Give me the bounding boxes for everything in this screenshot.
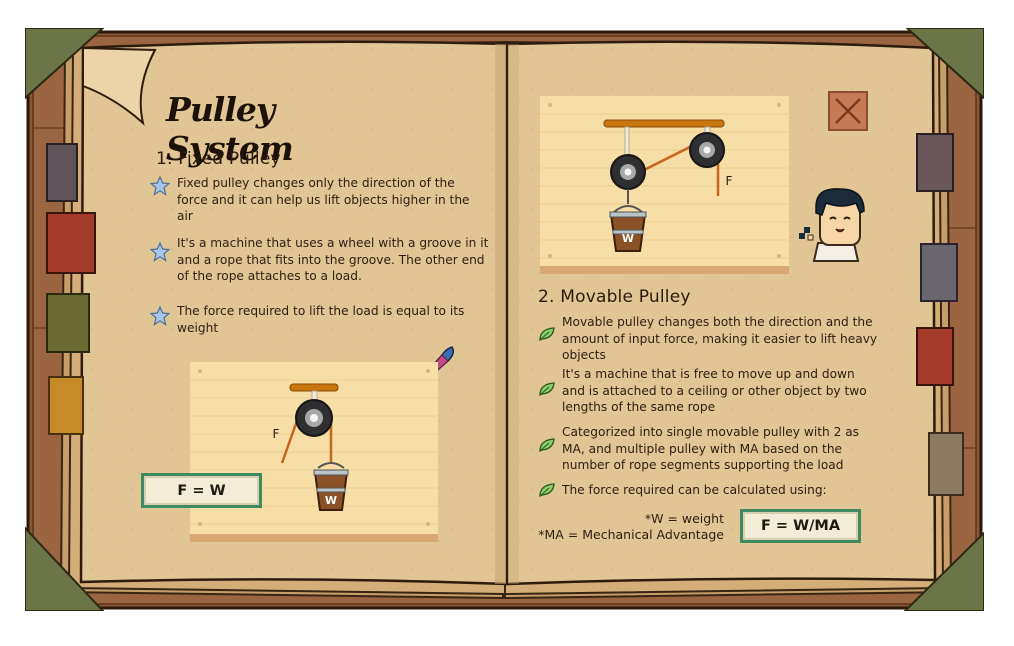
star-icon — [150, 176, 170, 196]
bookmark-tab-8[interactable] — [928, 432, 964, 496]
fixed-pulley-bullet-1: Fixed pulley changes only the direction … — [177, 176, 470, 223]
movable-pulley-bullet-2: It's a machine that is free to move up a… — [562, 367, 867, 414]
fixed-pulley-heading: 1. Fixed Pulley — [156, 149, 281, 169]
movable-pulley-heading: 2. Movable Pulley — [538, 287, 691, 307]
movable-pulley-bullet-3: Categorized into single movable pulley w… — [562, 425, 860, 472]
fixed-pulley-force-label: F — [273, 427, 280, 441]
leaf-icon — [539, 382, 555, 397]
bookmark-tab-1[interactable] — [46, 143, 78, 202]
movable-pulley-bullet-1: Movable pulley changes both the directio… — [562, 315, 878, 362]
movable-pulley-bullet-4: The force required can be calculated usi… — [562, 483, 827, 497]
fixed-pulley-bullet-3: The force required to lift the load is e… — [177, 304, 465, 335]
fixed-pulley-formula: F = W — [141, 473, 262, 508]
leaf-icon — [539, 438, 555, 453]
close-icon — [835, 98, 861, 124]
character-avatar[interactable] — [796, 183, 876, 263]
close-button[interactable] — [828, 91, 868, 131]
bookmark-tab-5[interactable] — [916, 133, 954, 192]
star-icon — [150, 306, 170, 326]
bookmark-tab-7[interactable] — [916, 327, 954, 386]
bookmark-tab-6[interactable] — [920, 243, 958, 302]
fixed-pulley-bullet-2: It's a machine that uses a wheel with a … — [177, 236, 489, 283]
movable-pulley-force-label: F — [726, 174, 733, 188]
fixed-pulley-load-label: W — [325, 494, 337, 507]
star-icon — [150, 242, 170, 262]
fixed-pulley-diagram: W F — [190, 362, 438, 542]
bookmark-tab-4[interactable] — [48, 376, 84, 435]
weight-note: *W = weight — [644, 511, 724, 526]
bookmark-tab-2[interactable] — [46, 212, 96, 274]
movable-pulley-formula: F = W/MA — [740, 509, 861, 543]
bookmark-tab-3[interactable] — [46, 293, 90, 353]
leaf-icon — [539, 483, 555, 498]
movable-pulley-diagram: W F — [540, 96, 789, 274]
movable-pulley-load-label: W — [622, 232, 634, 245]
mechanical-advantage-note: *MA = Mechanical Advantage — [538, 527, 724, 542]
leaf-icon — [539, 327, 555, 342]
